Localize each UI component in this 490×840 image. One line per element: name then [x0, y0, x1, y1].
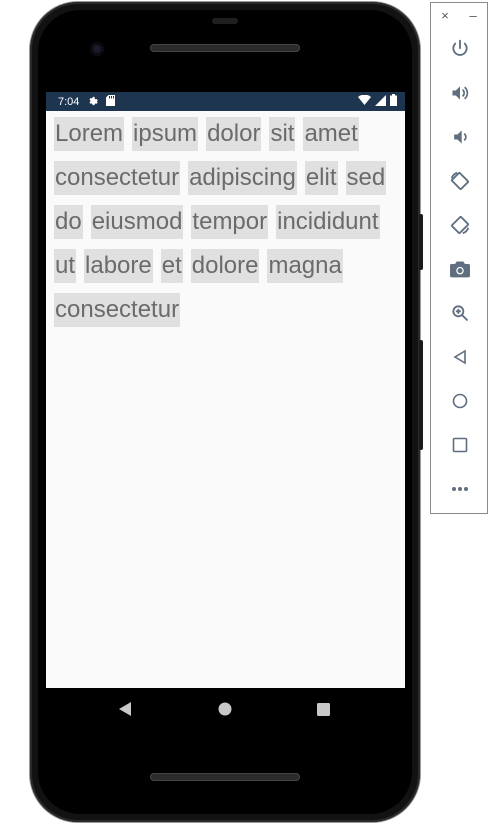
navigation-bar	[46, 688, 405, 730]
word-chip[interactable]: tempor	[191, 205, 269, 239]
settings-icon	[87, 95, 99, 109]
earpiece-speaker	[150, 44, 300, 52]
zoom-icon[interactable]	[445, 298, 475, 328]
emulator-toolbar: × –	[430, 2, 488, 514]
word-chip[interactable]: do	[54, 205, 83, 239]
minimize-icon[interactable]: –	[469, 8, 476, 23]
word-chip[interactable]: dolor	[206, 117, 262, 151]
word-chip[interactable]: amet	[303, 117, 359, 151]
word-chip[interactable]: labore	[84, 249, 153, 283]
word-chip[interactable]: et	[160, 249, 183, 283]
status-bar: 7:04	[46, 92, 405, 111]
proximity-sensor	[212, 18, 238, 24]
status-time: 7:04	[58, 95, 80, 108]
cell-signal-icon	[375, 94, 386, 109]
word-chip[interactable]: Lorem	[54, 117, 125, 151]
word-chip[interactable]: elit	[304, 161, 338, 195]
sd-card-icon	[106, 94, 116, 109]
word-chip[interactable]: sit	[269, 117, 296, 151]
word-chip[interactable]: consectetur	[54, 293, 181, 327]
close-icon[interactable]: ×	[441, 8, 449, 23]
word-chip[interactable]: adipiscing	[188, 161, 297, 195]
device-screen: 7:04 Lorem ipsum dolor sit amet consectetur ad…	[46, 92, 405, 688]
word-chip[interactable]: eiusmod	[90, 205, 184, 239]
word-chip-group: Lorem ipsum dolor sit amet consectetur adipisc…	[54, 117, 394, 327]
more-icon[interactable]	[445, 474, 475, 504]
wifi-icon	[358, 94, 371, 108]
rotate-left-icon[interactable]	[445, 166, 475, 196]
word-chip[interactable]: ut	[54, 249, 77, 283]
word-chip[interactable]: magna	[267, 249, 343, 283]
word-chip[interactable]: sed	[345, 161, 387, 195]
back-icon[interactable]	[445, 342, 475, 372]
bottom-speaker	[150, 773, 300, 781]
back-icon[interactable]	[110, 694, 140, 724]
front-camera	[90, 42, 104, 56]
camera-icon[interactable]	[445, 254, 475, 284]
content-area: Lorem ipsum dolor sit amet consectetur adipisc…	[46, 111, 405, 333]
power-side-button	[419, 214, 423, 270]
word-chip[interactable]: dolore	[190, 249, 260, 283]
battery-icon	[390, 94, 397, 109]
word-chip[interactable]: consectetur	[54, 161, 181, 195]
home-icon[interactable]	[445, 386, 475, 416]
volume-up-icon[interactable]	[445, 78, 475, 108]
overview-icon[interactable]	[445, 430, 475, 460]
word-chip[interactable]: ipsum	[132, 117, 199, 151]
power-icon[interactable]	[445, 34, 475, 64]
word-chip[interactable]: incididunt	[276, 205, 380, 239]
volume-down-icon[interactable]	[445, 122, 475, 152]
home-icon[interactable]	[210, 694, 240, 724]
volume-side-button	[419, 340, 423, 450]
rotate-right-icon[interactable]	[445, 210, 475, 240]
recents-icon[interactable]	[308, 694, 338, 724]
